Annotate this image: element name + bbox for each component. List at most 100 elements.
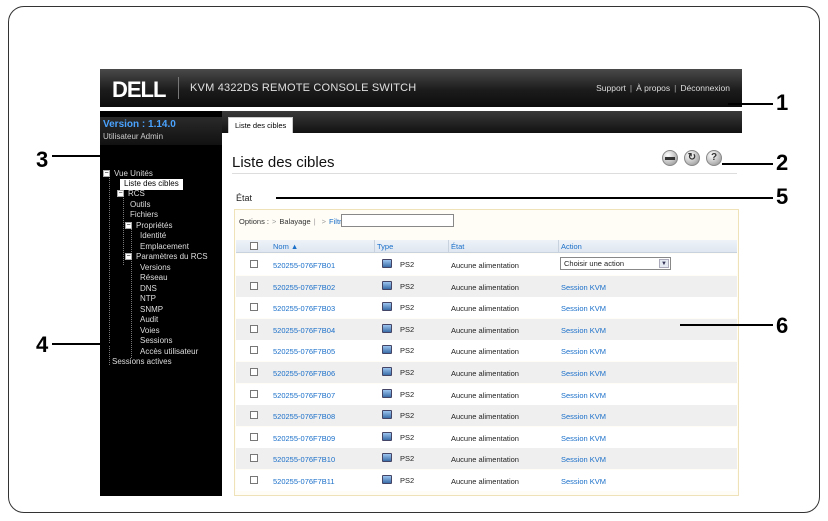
target-name-link[interactable]: 520255-076F7B02	[273, 283, 335, 292]
computer-icon	[382, 388, 392, 398]
row-checkbox[interactable]	[250, 454, 258, 463]
tree-item[interactable]: SNMP	[140, 305, 163, 316]
tree-connector	[109, 175, 110, 365]
target-name-link[interactable]: 520255-076F7B01	[273, 261, 335, 270]
kvm-session-link[interactable]: Session KVM	[561, 412, 606, 421]
target-name-link[interactable]: 520255-076F7B03	[273, 304, 335, 313]
row-checkbox[interactable]	[250, 281, 258, 290]
header-divider	[178, 77, 179, 99]
row-checkbox[interactable]	[250, 476, 258, 484]
kvm-session-link[interactable]: Session KVM	[561, 455, 606, 464]
target-name-link[interactable]: 520255-076F7B09	[273, 434, 335, 443]
top-links: Support | À propos | Déconnexion	[596, 83, 730, 93]
row-checkbox[interactable]	[250, 260, 258, 268]
tree-item[interactable]: Accès utilisateur	[140, 347, 198, 358]
arrow-separator: >	[321, 217, 327, 226]
tree-item[interactable]: NTP	[140, 294, 156, 305]
action-select[interactable]: Choisir une action ▼	[560, 257, 671, 270]
kvm-session-link[interactable]: Session KVM	[561, 347, 606, 356]
tree-toggle-icon[interactable]: −	[103, 170, 110, 177]
target-type: PS2	[400, 432, 415, 442]
print-icon[interactable]: ▬	[662, 150, 678, 166]
table-row: 520255-076F7B06 PS2 Aucune alimentation Ses…	[236, 362, 737, 383]
tree-item[interactable]: Identité	[140, 231, 166, 242]
tree-item[interactable]: Versions	[140, 263, 171, 274]
target-name-link[interactable]: 520255-076F7B04	[273, 326, 335, 335]
kvm-session-link[interactable]: Session KVM	[561, 391, 606, 400]
column-divider	[558, 240, 559, 253]
tree-item[interactable]: Propriétés	[136, 221, 172, 232]
sweep-link[interactable]: Balayage	[279, 217, 310, 226]
about-link[interactable]: À propos	[636, 83, 670, 93]
row-checkbox[interactable]	[250, 432, 258, 441]
tab-target-list[interactable]: Liste des cibles	[228, 117, 294, 133]
table-row: 520255-076F7B05 PS2 Aucune alimentation Ses…	[236, 340, 737, 362]
tree-connector	[123, 195, 124, 265]
table-row: 520255-076F7B09 PS2 Aucune alimentation Ses…	[236, 426, 737, 448]
row-checkbox[interactable]	[250, 346, 258, 355]
tree-item[interactable]: Fichiers	[130, 210, 158, 221]
kvm-session-link[interactable]: Session KVM	[561, 434, 606, 443]
tree-toggle-icon[interactable]: −	[117, 190, 124, 197]
target-name-link[interactable]: 520255-076F7B05	[273, 347, 335, 356]
tree-item[interactable]: Sessions actives	[112, 357, 172, 368]
column-header-state[interactable]: État	[451, 242, 464, 251]
callout-line	[728, 103, 773, 105]
help-icon[interactable]: ?	[706, 150, 722, 166]
table-row: 520255-076F7B07 PS2 Aucune alimentation Ses…	[236, 383, 737, 405]
kvm-session-link[interactable]: Session KVM	[561, 326, 606, 335]
version-label: Version : 1.14.0	[103, 119, 176, 130]
target-name-link[interactable]: 520255-076F7B10	[273, 455, 335, 464]
tree-item[interactable]: Paramètres du RCS	[136, 252, 208, 263]
computer-icon	[382, 367, 392, 376]
tree-item[interactable]: Sessions	[140, 336, 172, 347]
tree-item[interactable]: Outils	[130, 200, 150, 211]
target-state: Aucune alimentation	[451, 455, 519, 465]
target-type: PS2	[400, 281, 415, 291]
tree-item[interactable]: RCS	[128, 189, 145, 200]
computer-icon	[382, 410, 392, 420]
select-all-checkbox[interactable]	[250, 242, 258, 250]
target-name-link[interactable]: 520255-076F7B06	[273, 369, 335, 378]
arrow-separator: >	[272, 217, 277, 226]
kvm-session-link[interactable]: Session KVM	[561, 477, 606, 486]
tree-item[interactable]: Liste des cibles	[120, 179, 183, 190]
tree-item[interactable]: Réseau	[140, 273, 168, 284]
row-checkbox[interactable]	[250, 303, 258, 312]
target-name-link[interactable]: 520255-076F7B07	[273, 391, 335, 400]
refresh-icon[interactable]: ↻	[684, 150, 700, 166]
support-link[interactable]: Support	[596, 83, 626, 93]
table-row: 520255-076F7B04 PS2 Aucune alimentation Ses…	[236, 318, 737, 340]
row-checkbox[interactable]	[250, 324, 258, 333]
action-select-value: Choisir une action	[564, 259, 625, 268]
computer-icon	[382, 345, 392, 355]
tree-item[interactable]: Audit	[140, 315, 158, 326]
kvm-session-link[interactable]: Session KVM	[561, 369, 606, 378]
tree-toggle-icon[interactable]: −	[125, 222, 132, 229]
tree-item[interactable]: Emplacement	[140, 242, 189, 253]
computer-icon	[382, 431, 392, 441]
filter-input[interactable]	[341, 214, 454, 227]
version-box: Version : 1.14.0 Utilisateur Admin	[100, 117, 222, 145]
target-type: PS2	[400, 346, 415, 356]
target-state: Aucune alimentation	[451, 304, 519, 314]
tree-toggle-icon[interactable]: −	[125, 253, 132, 260]
tree-item[interactable]: DNS	[140, 284, 157, 295]
link-separator: |	[313, 217, 316, 226]
tree-item[interactable]: Vue Unités	[114, 169, 153, 180]
row-checkbox[interactable]	[250, 411, 258, 420]
logout-link[interactable]: Déconnexion	[680, 83, 730, 93]
kvm-session-link[interactable]: Session KVM	[561, 304, 606, 313]
kvm-session-link[interactable]: Session KVM	[561, 283, 606, 292]
target-name-link[interactable]: 520255-076F7B08	[273, 412, 335, 421]
column-header-type[interactable]: Type	[377, 242, 393, 251]
computer-icon	[382, 475, 392, 484]
column-header-name[interactable]: Nom ▲	[273, 242, 298, 251]
callout-number: 3	[36, 147, 49, 172]
chevron-down-icon[interactable]: ▼	[659, 259, 669, 268]
target-name-link[interactable]: 520255-076F7B11	[273, 477, 335, 486]
row-checkbox[interactable]	[250, 368, 258, 376]
table-row: 520255-076F7B03 PS2 Aucune alimentation Ses…	[236, 297, 737, 319]
tree-item[interactable]: Voies	[140, 326, 160, 337]
row-checkbox[interactable]	[250, 389, 258, 398]
